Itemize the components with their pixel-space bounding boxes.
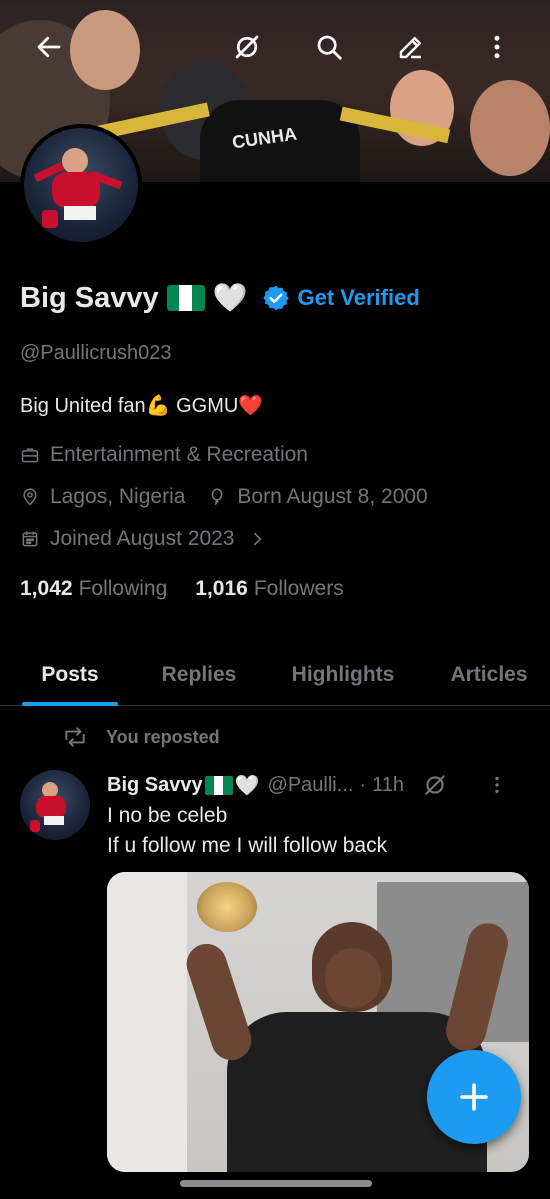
repost-icon	[65, 727, 85, 747]
search-button[interactable]	[306, 24, 352, 70]
plus-icon	[460, 1083, 488, 1111]
muscle-emoji: 💪	[145, 395, 171, 417]
followers-link[interactable]: 1,016 Followers	[195, 577, 343, 601]
get-verified-link[interactable]: Get Verified	[298, 285, 420, 311]
pencil-icon	[399, 37, 421, 59]
white-heart-emoji: 🤍	[234, 774, 260, 797]
post-timestamp: 11h	[372, 773, 404, 796]
tab-highlights[interactable]: Highlights	[258, 644, 428, 706]
post-author-avatar[interactable]	[20, 770, 90, 840]
post-header: Big Savvy 🤍 @Paulli... · 11h	[107, 768, 527, 802]
grok-icon	[235, 35, 259, 59]
profile-tabs: Posts Replies Highlights Articles	[0, 644, 550, 706]
follow-stats: 1,042 Following 1,016 Followers	[20, 577, 344, 601]
tab-posts[interactable]: Posts	[0, 644, 140, 706]
balloon-icon	[212, 488, 223, 506]
profile-joined[interactable]: Joined August 2023	[20, 527, 277, 551]
bio-text: Big United fan	[20, 395, 146, 417]
profile-category: Entertainment & Recreation	[20, 443, 308, 467]
top-navigation-bar	[0, 22, 550, 72]
separator-dot: ·	[359, 773, 367, 796]
active-tab-indicator	[22, 702, 118, 706]
avatar-image	[24, 128, 138, 242]
profile-name-row: Big Savvy 🤍 Get Verified	[20, 278, 420, 318]
verified-badge-icon	[262, 285, 289, 311]
grok-button[interactable]	[224, 24, 270, 70]
more-options-button[interactable]	[474, 24, 520, 70]
edit-profile-button[interactable]	[388, 24, 434, 70]
post-text-line-1: I no be celeb	[107, 804, 228, 827]
profile-name: Big Savvy	[20, 281, 159, 314]
grok-icon[interactable]	[422, 772, 448, 798]
tab-articles[interactable]: Articles	[428, 644, 550, 706]
followers-label: Followers	[253, 577, 344, 600]
following-link[interactable]: 1,042 Following	[20, 577, 167, 601]
category-text: Entertainment & Recreation	[50, 443, 308, 466]
red-heart-emoji: ❤️	[238, 395, 264, 417]
location-pin-icon	[23, 488, 37, 506]
chevron-right-icon	[253, 532, 262, 546]
more-vertical-icon[interactable]	[486, 774, 508, 796]
post-author-name[interactable]: Big Savvy	[107, 774, 203, 797]
briefcase-icon	[21, 448, 39, 463]
location-text: Lagos, Nigeria	[50, 485, 186, 508]
following-label: Following	[78, 577, 168, 600]
profile-avatar[interactable]	[20, 124, 142, 246]
repost-indicator: You reposted	[62, 724, 220, 750]
white-heart-emoji: 🤍	[212, 282, 248, 313]
compose-post-button[interactable]	[427, 1050, 521, 1144]
bio-tag: GGMU	[176, 395, 239, 417]
tab-label: Highlights	[291, 663, 395, 686]
post-author-handle: @Paulli...	[267, 773, 354, 796]
profile-bio: Big United fan💪 GGMU❤️	[20, 393, 263, 418]
nigeria-flag-icon	[204, 775, 233, 795]
tab-replies[interactable]: Replies	[140, 644, 258, 706]
home-indicator[interactable]	[180, 1180, 372, 1187]
tab-label: Articles	[450, 663, 528, 686]
nigeria-flag-icon	[166, 285, 205, 311]
profile-location-birthday: Lagos, Nigeria Born August 8, 2000	[20, 485, 428, 509]
calendar-icon	[22, 531, 38, 547]
followers-count: 1,016	[195, 577, 248, 600]
tab-label: Posts	[41, 663, 99, 686]
joined-text: Joined August 2023	[50, 527, 235, 550]
back-button[interactable]	[26, 24, 72, 70]
more-vertical-icon	[494, 35, 500, 59]
repost-label: You reposted	[106, 726, 220, 747]
birthday-text: Born August 8, 2000	[237, 485, 428, 508]
search-icon	[317, 35, 342, 60]
post-text-line-2: If u follow me I will follow back	[107, 834, 388, 857]
arrow-left-icon	[37, 36, 61, 58]
tab-label: Replies	[161, 663, 237, 686]
profile-handle: @Paullicrush023	[20, 342, 172, 364]
following-count: 1,042	[20, 577, 73, 600]
